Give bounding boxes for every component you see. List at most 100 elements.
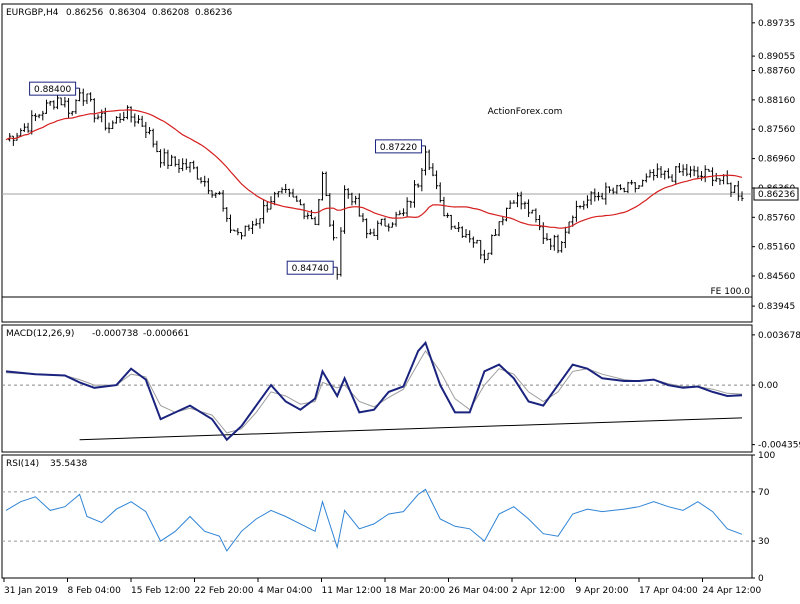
price-bar (549, 238, 553, 250)
price-bar (696, 166, 700, 179)
price-bar (449, 214, 453, 230)
ohlc-readout-value: 0.86304 (109, 8, 146, 18)
price-axis-tick-label: 0.89735 (758, 19, 795, 29)
price-bar (611, 187, 615, 195)
price-bar (729, 182, 733, 197)
price-bar (707, 168, 711, 172)
price-bar (424, 145, 428, 176)
price-bar (578, 205, 582, 209)
price-bar (427, 149, 431, 171)
time-tick-label: 22 Feb 20:00 (195, 586, 254, 596)
macd-readout-value: -0.000661 (143, 329, 189, 339)
price-bar (240, 232, 244, 240)
price-bar (420, 168, 424, 192)
price-bar (486, 252, 490, 260)
price-bar (527, 199, 531, 217)
price-bar (446, 212, 450, 218)
time-axis: 31 Jan 2019 8 Feb 04:00 15 Feb 12:00 22 Feb… (3, 578, 762, 596)
price-bar (372, 228, 376, 237)
price-bar (313, 216, 317, 225)
price-bar (490, 234, 494, 255)
price-bar (585, 195, 589, 209)
price-bar (652, 169, 656, 181)
macd-main-line (5, 340, 743, 442)
price-bar (394, 211, 398, 227)
price-bar (405, 197, 409, 218)
price-bar (173, 156, 177, 167)
price-bar (560, 241, 564, 253)
time-tick-label: 15 Feb 12:00 (131, 586, 190, 596)
price-bar (685, 163, 689, 177)
price-bar (725, 170, 729, 185)
price-bar (254, 218, 258, 226)
price-bar (688, 166, 692, 178)
price-bar (460, 226, 464, 238)
price-bar (589, 191, 593, 205)
price-bar (475, 239, 479, 244)
price-bar (655, 163, 659, 178)
rsi-panel-frame (1, 454, 753, 579)
price-bar (155, 140, 159, 153)
price-annotation: 0.88400 (29, 81, 80, 96)
rsi-line (5, 488, 743, 552)
price-bar (401, 208, 405, 217)
price-bar (236, 228, 240, 236)
price-bar (641, 179, 645, 187)
price-bar (125, 105, 129, 120)
macd-readout-value: -0.000738 (92, 329, 138, 339)
price-axis-tick-label: 0.84560 (758, 272, 795, 282)
price-bar (516, 192, 520, 208)
current-price-badge-label: 0.86236 (758, 190, 795, 200)
price-bar (350, 192, 354, 206)
price-bar (530, 209, 534, 214)
price-bar (92, 98, 96, 123)
price-bar (48, 100, 52, 106)
time-tick-label: 8 Feb 04:00 (68, 586, 122, 596)
price-bar (659, 166, 663, 178)
price-bar (56, 94, 60, 110)
time-tick-label: 31 Jan 2019 (4, 586, 58, 596)
price-bar (556, 234, 560, 254)
time-tick-label: 9 Apr 20:00 (576, 586, 629, 596)
price-bar (376, 220, 380, 240)
price-bar (287, 188, 291, 197)
price-bar (361, 213, 365, 223)
price-bar (663, 170, 667, 180)
macd-axis-tick-label: 0.00 (758, 381, 778, 391)
price-bar (354, 195, 358, 205)
time-tick-label: 18 Mar 20:00 (385, 586, 445, 596)
price-bar (398, 210, 402, 216)
price-bar (96, 114, 100, 120)
time-tick-label: 2 Apr 12:00 (512, 586, 565, 596)
price-bar (67, 98, 71, 119)
macd-axis-tick-label: -0.004359 (758, 441, 800, 451)
price-bar (453, 225, 457, 229)
price-annotation-label: 0.84740 (292, 264, 329, 274)
price-bar (346, 188, 350, 199)
price-bar (335, 237, 339, 280)
price-bar (221, 190, 225, 212)
price-bar (681, 164, 685, 176)
price-bar (247, 224, 251, 231)
watermark: ActionForex.com (488, 107, 563, 117)
price-bar (501, 216, 505, 226)
price-bar (70, 111, 74, 116)
price-bar (368, 228, 372, 235)
price-bar (390, 222, 394, 228)
price-bar (339, 227, 343, 277)
price-bar (482, 249, 486, 264)
rsi-axis-tick-label: 0 (758, 574, 764, 584)
time-tick-label: 17 Apr 04:00 (639, 586, 698, 596)
price-bar (107, 122, 111, 134)
time-tick-label: 26 Mar 04:00 (449, 586, 509, 596)
price-bar (33, 113, 37, 122)
price-bar (74, 99, 78, 115)
price-bar (280, 187, 284, 194)
macd-panel-frame (1, 324, 753, 453)
rsi-axis-tick-label: 100 (758, 451, 775, 461)
ohlc-readout-value: 0.86208 (152, 8, 189, 18)
price-bar (464, 229, 468, 238)
price-bar (523, 201, 527, 210)
time-tick-label: 24 Apr 12:00 (703, 586, 762, 596)
price-bar (563, 226, 567, 249)
